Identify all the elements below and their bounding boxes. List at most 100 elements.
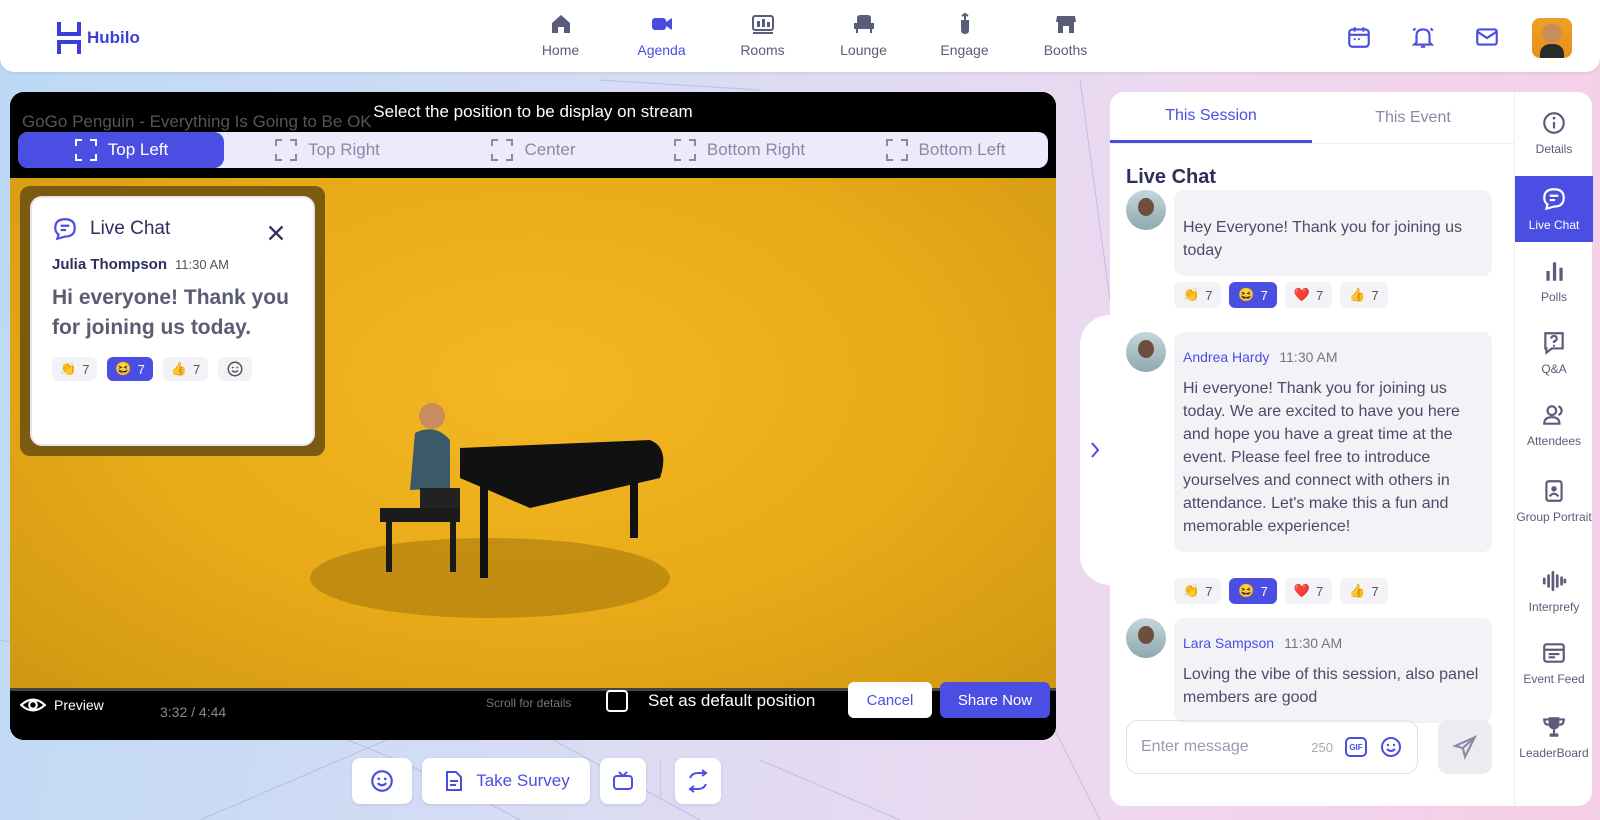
rail-details[interactable]: Details bbox=[1515, 110, 1593, 157]
video-player[interactable]: GoGo Penguin - Everything Is Going to Be… bbox=[10, 92, 1056, 740]
position-center[interactable]: Center bbox=[430, 132, 636, 168]
thumbs-up-emoji: 👍 bbox=[1349, 583, 1366, 598]
mail-icon[interactable] bbox=[1474, 24, 1500, 50]
share-now-button[interactable]: Share Now bbox=[940, 682, 1050, 718]
question-bubble-icon bbox=[1544, 332, 1564, 356]
toolbar-divider bbox=[660, 761, 661, 801]
author-name[interactable]: Lara Sampson bbox=[1183, 635, 1274, 651]
chat-panel: This Session This Event Live Chat Hey Ev… bbox=[1110, 92, 1514, 806]
tv-button[interactable] bbox=[600, 758, 646, 804]
send-icon bbox=[1452, 735, 1478, 760]
engage-icon bbox=[960, 12, 969, 34]
overlay-chat-header: Live Chat bbox=[52, 216, 293, 242]
default-position-label: Set as default position bbox=[648, 691, 816, 710]
message-input[interactable]: Enter message bbox=[1141, 738, 1299, 756]
eye-icon bbox=[20, 698, 46, 712]
chat-bubble-icon bbox=[1543, 187, 1565, 210]
nav-home[interactable]: Home bbox=[510, 12, 611, 58]
gif-button[interactable]: GIF bbox=[1345, 737, 1367, 757]
trophy-icon bbox=[1543, 717, 1565, 737]
rail-label: Polls bbox=[1540, 290, 1567, 304]
default-position-checkbox[interactable] bbox=[606, 690, 628, 712]
reaction-laugh[interactable]: 😆 7 bbox=[107, 357, 153, 381]
preview-button[interactable]: Preview bbox=[20, 692, 104, 718]
bell-icon[interactable] bbox=[1410, 24, 1436, 50]
rail-live-chat[interactable]: Live Chat bbox=[1515, 176, 1593, 242]
reaction-clap[interactable]: 👏 7 bbox=[52, 357, 98, 381]
overlay-reactions: 👏 7 😆 7 👍 7 bbox=[52, 357, 293, 381]
logo-text: Hubilo bbox=[87, 28, 140, 47]
reaction-count: 7 bbox=[1371, 287, 1379, 303]
rail-leaderboard[interactable]: LeaderBoard bbox=[1515, 714, 1593, 761]
rail-event-feed[interactable]: Event Feed bbox=[1515, 640, 1593, 687]
cancel-button[interactable]: Cancel bbox=[848, 682, 932, 718]
rail-polls[interactable]: Polls bbox=[1515, 258, 1593, 305]
video-icon bbox=[651, 18, 672, 30]
side-rail: Details Live Chat Polls Q&A Attendees Gr… bbox=[1514, 92, 1593, 806]
nav-label: Booths bbox=[1043, 42, 1088, 58]
reaction-thumbs-up[interactable]: 👍 7 bbox=[162, 357, 209, 381]
feed-icon bbox=[1543, 643, 1565, 663]
close-icon[interactable] bbox=[265, 222, 287, 244]
rail-label: Attendees bbox=[1526, 434, 1582, 448]
laugh-emoji: 😆 bbox=[115, 361, 132, 376]
tab-this-session[interactable]: This Session bbox=[1110, 92, 1312, 143]
message-meta: Lara Sampson 11:30 AM bbox=[1183, 632, 1483, 655]
rail-interprefy[interactable]: Interprefy bbox=[1515, 568, 1593, 615]
default-position-option[interactable]: Set as default position bbox=[606, 690, 815, 712]
nav-booths[interactable]: Booths bbox=[1015, 12, 1116, 58]
overlay-chat-title: Live Chat bbox=[90, 218, 171, 239]
position-bottom-left[interactable]: Bottom Left bbox=[842, 132, 1048, 168]
laugh-emoji: 😆 bbox=[1238, 583, 1255, 598]
message-composer[interactable]: Enter message 250 GIF bbox=[1126, 720, 1418, 774]
author-name[interactable]: Andrea Hardy bbox=[1183, 349, 1269, 365]
calendar-icon[interactable] bbox=[1346, 24, 1372, 50]
hubilo-logo[interactable]: Hubilo bbox=[57, 20, 140, 56]
panel-collapse-handle[interactable] bbox=[1080, 315, 1110, 585]
nav-rooms[interactable]: Rooms bbox=[712, 12, 813, 58]
message-meta: Andrea Hardy 11:30 AM bbox=[1183, 346, 1483, 369]
frame-corners-icon bbox=[74, 139, 97, 161]
session-toolbar: Take Survey bbox=[352, 758, 721, 804]
switch-button[interactable] bbox=[675, 758, 721, 804]
position-top-right[interactable]: Top Right bbox=[224, 132, 430, 168]
reactions-button[interactable] bbox=[352, 758, 412, 804]
tab-this-event[interactable]: This Event bbox=[1312, 92, 1514, 143]
chat-messages[interactable]: Hey Everyone! Thank you for joining us t… bbox=[1126, 190, 1498, 806]
position-prompt: Select the position to be display on str… bbox=[373, 102, 693, 121]
scroll-hint: Scroll for details bbox=[486, 696, 572, 710]
smiley-icon[interactable] bbox=[1379, 735, 1403, 759]
message-reactions: 👏 7 😆 7 ❤️ 7 👍 7 bbox=[1174, 282, 1388, 308]
nav-lounge[interactable]: Lounge bbox=[813, 12, 914, 58]
reaction-count: 7 bbox=[193, 361, 201, 377]
people-icon bbox=[1543, 405, 1563, 425]
reaction-count: 7 bbox=[1260, 583, 1268, 599]
live-chat-overlay[interactable]: Live Chat Julia Thompson 11:30 AM Hi ever… bbox=[20, 186, 325, 456]
user-avatar[interactable] bbox=[1532, 18, 1572, 58]
rail-group-portrait[interactable]: Group Portrait bbox=[1515, 478, 1593, 525]
reaction-laugh[interactable]: 😆 7 bbox=[1229, 578, 1277, 604]
take-survey-button[interactable]: Take Survey bbox=[422, 758, 590, 804]
preview-label: Preview bbox=[54, 697, 104, 713]
rooms-icon bbox=[751, 15, 774, 34]
position-bottom-right[interactable]: Bottom Right bbox=[636, 132, 842, 168]
position-top-left[interactable]: Top Left bbox=[18, 132, 224, 168]
reaction-heart[interactable]: ❤️ 7 bbox=[1284, 282, 1333, 308]
reaction-laugh[interactable]: 😆 7 bbox=[1229, 282, 1277, 308]
tv-icon bbox=[613, 771, 633, 790]
reaction-thumbs-up[interactable]: 👍 7 bbox=[1340, 282, 1388, 308]
rail-attendees[interactable]: Attendees bbox=[1515, 402, 1593, 449]
reaction-clap[interactable]: 👏 7 bbox=[1174, 282, 1222, 308]
nav-agenda[interactable]: Agenda bbox=[611, 12, 712, 58]
rail-label: Live Chat bbox=[1528, 217, 1580, 232]
message-bubble: Andrea Hardy 11:30 AM Hi everyone! Thank … bbox=[1174, 332, 1492, 552]
reaction-clap[interactable]: 👏 7 bbox=[1174, 578, 1222, 604]
reaction-count: 7 bbox=[1205, 287, 1213, 303]
reaction-thumbs-up[interactable]: 👍 7 bbox=[1340, 578, 1388, 604]
add-reaction-button[interactable] bbox=[218, 357, 253, 381]
rail-qa[interactable]: Q&A bbox=[1515, 330, 1593, 377]
rail-label: Interprefy bbox=[1528, 600, 1580, 614]
nav-engage[interactable]: Engage bbox=[914, 12, 1015, 58]
reaction-heart[interactable]: ❤️ 7 bbox=[1284, 578, 1333, 604]
send-button[interactable] bbox=[1438, 720, 1492, 774]
